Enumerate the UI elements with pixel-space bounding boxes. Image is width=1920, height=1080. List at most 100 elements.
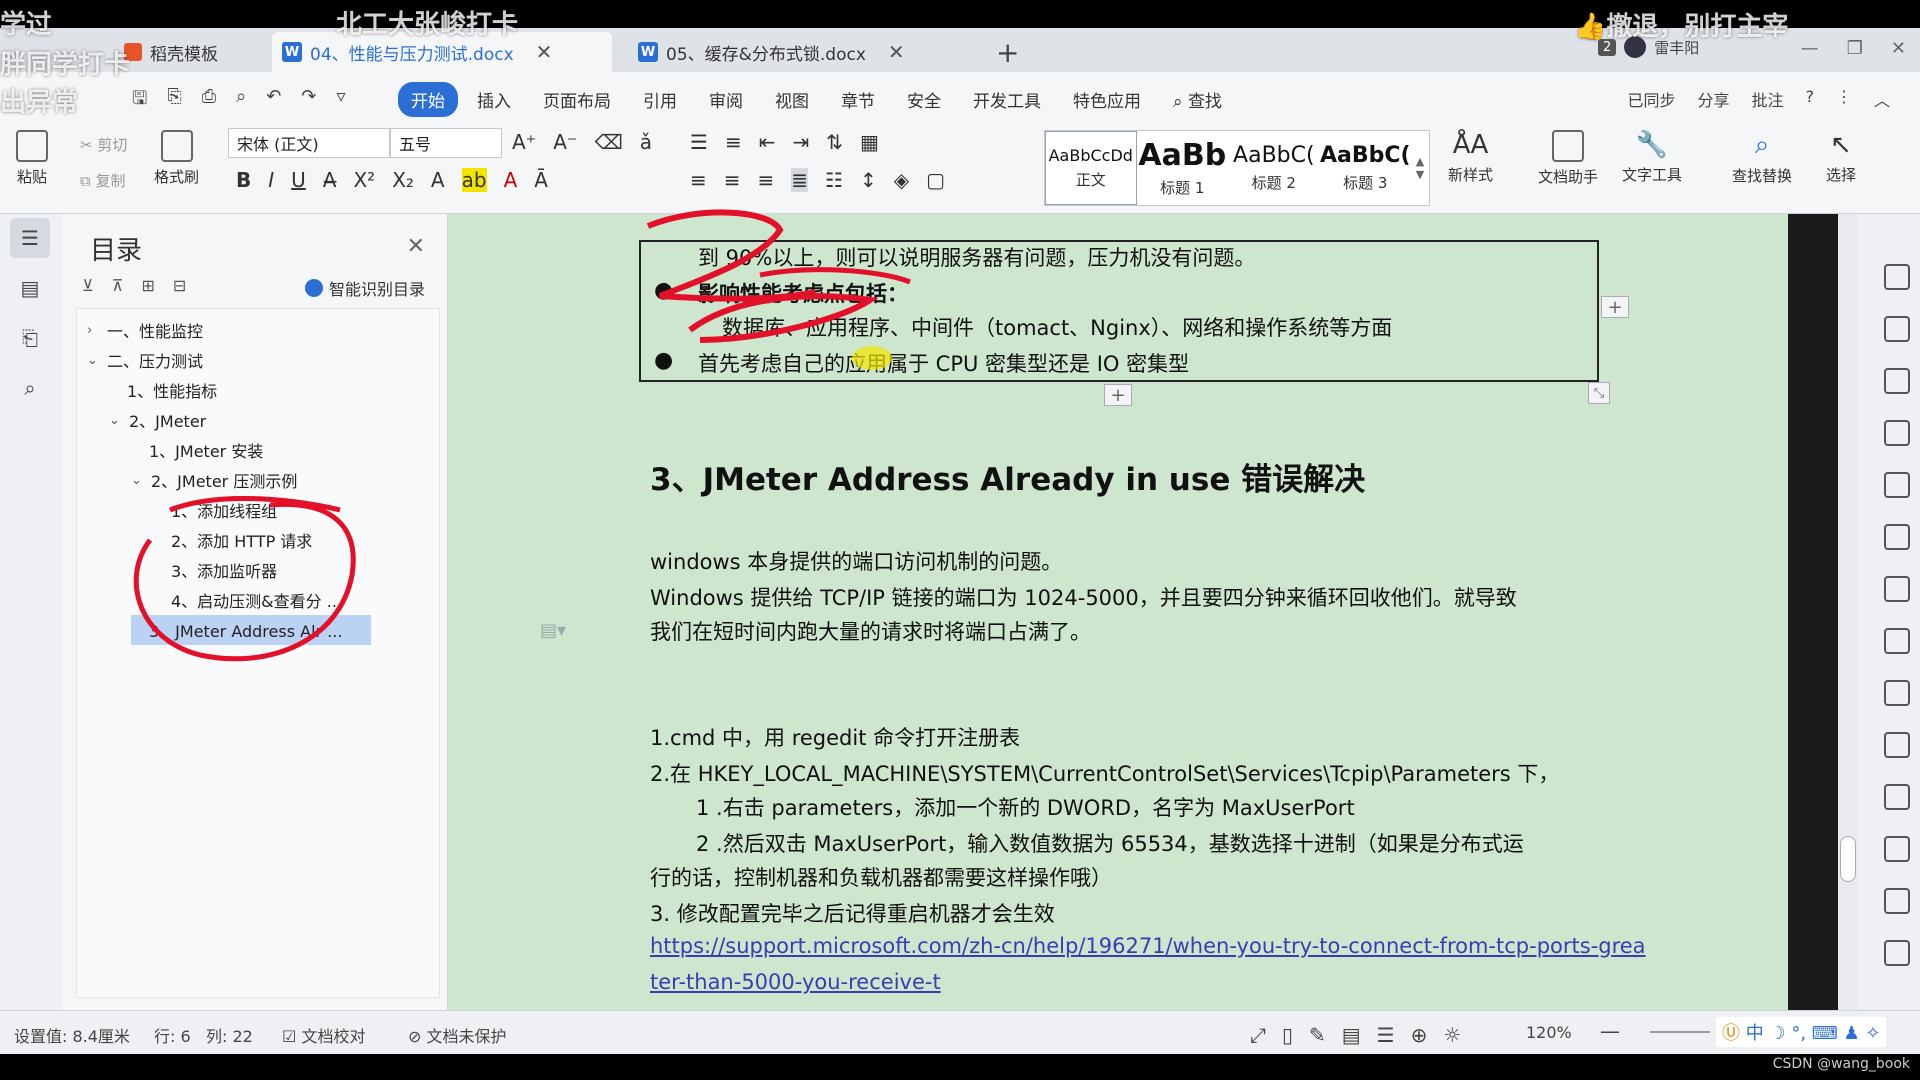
chevron-down-icon[interactable]: ⌄ xyxy=(87,353,107,368)
cut-button[interactable]: ✂ 剪切 xyxy=(80,134,127,155)
table-icon[interactable]: ▦ xyxy=(860,130,879,154)
menu-review[interactable]: 审阅 xyxy=(696,82,756,117)
pen-icon[interactable] xyxy=(1884,264,1910,290)
subscript-icon[interactable]: X₂ xyxy=(392,168,414,192)
minimize-icon[interactable]: — xyxy=(1801,38,1819,59)
align-right-icon[interactable]: ≡ xyxy=(758,168,775,192)
comment-button[interactable]: 批注 xyxy=(1751,87,1783,111)
style-heading-2[interactable]: AaBbC( 标题 2 xyxy=(1228,131,1320,205)
paste-button[interactable]: 粘贴 xyxy=(16,130,48,187)
close-icon[interactable]: ✕ xyxy=(888,40,905,64)
resize-handle-icon[interactable]: ⤡ xyxy=(1588,382,1610,404)
align-center-icon[interactable]: ≡ xyxy=(724,168,741,192)
char-shading-icon[interactable]: Ā xyxy=(534,168,548,192)
style-scroll[interactable]: ▲ ▼ xyxy=(1411,131,1429,205)
toc-item[interactable]: 1、性能指标 xyxy=(127,375,217,405)
highlight-icon[interactable]: ab xyxy=(461,168,487,192)
image-icon[interactable] xyxy=(1884,732,1910,758)
shrink-font-icon[interactable]: A⁻ xyxy=(553,130,577,154)
add-row-button[interactable]: + xyxy=(1104,384,1132,406)
style-normal[interactable]: AaBbCcDd 正文 xyxy=(1045,131,1137,205)
expand-up-icon[interactable]: ⊼ xyxy=(112,276,124,295)
select-button[interactable]: ↖ 选择 xyxy=(1826,130,1856,185)
add-column-button[interactable]: + xyxy=(1601,296,1629,318)
font-name-select[interactable]: 宋体 (正文) xyxy=(228,128,390,158)
chart-icon[interactable] xyxy=(1884,628,1910,654)
tab-doc-05[interactable]: W 05、缓存&分布式锁.docx ✕ xyxy=(628,32,968,72)
apps-icon[interactable] xyxy=(1884,576,1910,602)
redo-icon[interactable]: ↷ xyxy=(301,86,316,116)
ime-toolbar[interactable]: Ⓤ 中 ☽ °, ⌨ ♟ ✧ xyxy=(1716,1017,1887,1047)
format-painter-button[interactable]: 格式刷 xyxy=(154,130,199,187)
protect-button[interactable]: ⊘ 文档未保护 xyxy=(408,1023,507,1047)
find-icon[interactable]: ⌕ xyxy=(10,368,50,408)
shapes-icon[interactable] xyxy=(1884,420,1910,446)
proof-button[interactable]: ☑ 文档校对 xyxy=(282,1023,365,1047)
bold-icon[interactable]: B xyxy=(236,168,251,192)
new-tab-button[interactable]: + xyxy=(996,36,1019,69)
text-tools-button[interactable]: 🔧 文字工具 xyxy=(1622,130,1682,185)
toc-item[interactable]: ⌄ 2、JMeter 压测示例 xyxy=(131,465,297,495)
undo-icon[interactable]: ↶ xyxy=(266,86,281,116)
toc-item[interactable]: ⌄ 2、JMeter xyxy=(109,405,206,435)
find-replace-button[interactable]: ⌕ 查找替换 xyxy=(1732,130,1792,186)
toc-item[interactable]: › 一、性能监控 xyxy=(87,315,203,345)
increase-indent-icon[interactable]: ⇥ xyxy=(792,130,809,154)
border-icon[interactable]: ▢ xyxy=(926,168,945,192)
superscript-icon[interactable]: X² xyxy=(353,168,375,192)
clear-format-icon[interactable]: ⌫ xyxy=(595,130,623,154)
export-icon[interactable]: ⎘ xyxy=(167,86,181,116)
decrease-indent-icon[interactable]: ⇤ xyxy=(759,130,776,154)
hyperlink[interactable]: ter-than-5000-you-receive-t xyxy=(650,970,941,994)
toc-item[interactable]: 2、添加 HTTP 请求 xyxy=(171,525,312,555)
more-options-icon[interactable]: ⋮ xyxy=(1836,87,1852,111)
toc-item[interactable]: 3、添加监听器 xyxy=(171,555,277,585)
menu-view[interactable]: 视图 xyxy=(762,82,822,117)
location-icon[interactable] xyxy=(1884,368,1910,394)
pointer-icon[interactable] xyxy=(1884,316,1910,342)
strikethrough-icon[interactable]: A̶ xyxy=(323,168,337,192)
distribute-icon[interactable]: ☷ xyxy=(825,168,843,192)
zoom-slider[interactable] xyxy=(1650,1031,1710,1033)
settings-icon[interactable] xyxy=(1884,680,1910,706)
save-icon[interactable]: 🖫 xyxy=(132,86,147,116)
remove-heading-icon[interactable]: ⊟ xyxy=(173,276,186,295)
menu-search[interactable]: ⌕ 查找 xyxy=(1160,82,1235,117)
font-color-icon[interactable]: A xyxy=(504,168,518,192)
print-icon[interactable]: ⎙ xyxy=(202,86,216,116)
preview-icon[interactable]: ⌕ xyxy=(236,86,246,116)
line-spacing-icon[interactable]: ↕ xyxy=(860,168,877,192)
more-icon[interactable]: ▿ xyxy=(336,86,345,116)
numbered-list-icon[interactable]: ≡ xyxy=(725,130,742,154)
doc-helper-button[interactable]: 文档助手 xyxy=(1538,130,1598,187)
chevron-down-icon[interactable]: ⌄ xyxy=(131,473,151,488)
style-heading-1[interactable]: AaBb 标题 1 xyxy=(1137,131,1229,205)
toc-item[interactable]: ⌄ 二、压力测试 xyxy=(87,345,203,375)
bookmark-icon[interactable]: ⎗ xyxy=(10,318,50,358)
close-icon[interactable]: ✕ xyxy=(407,234,425,259)
menu-chapter[interactable]: 章节 xyxy=(828,82,888,117)
close-window-icon[interactable]: ✕ xyxy=(1891,38,1906,59)
new-style-button[interactable]: ÅA 新样式 xyxy=(1448,130,1493,185)
translate-icon[interactable] xyxy=(1884,836,1910,862)
help-icon[interactable]: ? xyxy=(1805,87,1814,111)
brand-icon[interactable] xyxy=(1884,472,1910,498)
style-heading-3[interactable]: AaBbC( 标题 3 xyxy=(1320,131,1412,205)
chevron-down-icon[interactable]: ⌄ xyxy=(109,413,129,428)
table-grid-icon[interactable] xyxy=(1884,524,1910,550)
toc-item[interactable]: 4、启动压测&查看分 ... xyxy=(171,585,342,615)
menu-references[interactable]: 引用 xyxy=(630,82,690,117)
phonetic-icon[interactable]: ǎ xyxy=(640,130,652,154)
pages-icon[interactable]: ▤ xyxy=(10,268,50,308)
menu-insert[interactable]: 插入 xyxy=(464,82,524,117)
sync-button[interactable]: 已同步 xyxy=(1627,87,1675,111)
toc-item-selected[interactable]: 3、JMeter Address Alr ... xyxy=(131,615,371,645)
bullet-list-icon[interactable]: ☰ xyxy=(690,130,708,154)
share-icon[interactable] xyxy=(1884,784,1910,810)
toc-item[interactable]: 1、添加线程组 xyxy=(171,495,277,525)
hyperlink[interactable]: https://support.microsoft.com/zh-cn/help… xyxy=(650,934,1646,958)
copy-button[interactable]: ⧉ 复制 xyxy=(80,170,126,191)
view-mode-icons[interactable]: ⤢▯✎▤☰⊕☼ xyxy=(1250,1023,1477,1047)
tab-template[interactable]: 稻壳模板 xyxy=(114,32,264,72)
collapse-ribbon-icon[interactable]: ︿ xyxy=(1874,87,1890,111)
